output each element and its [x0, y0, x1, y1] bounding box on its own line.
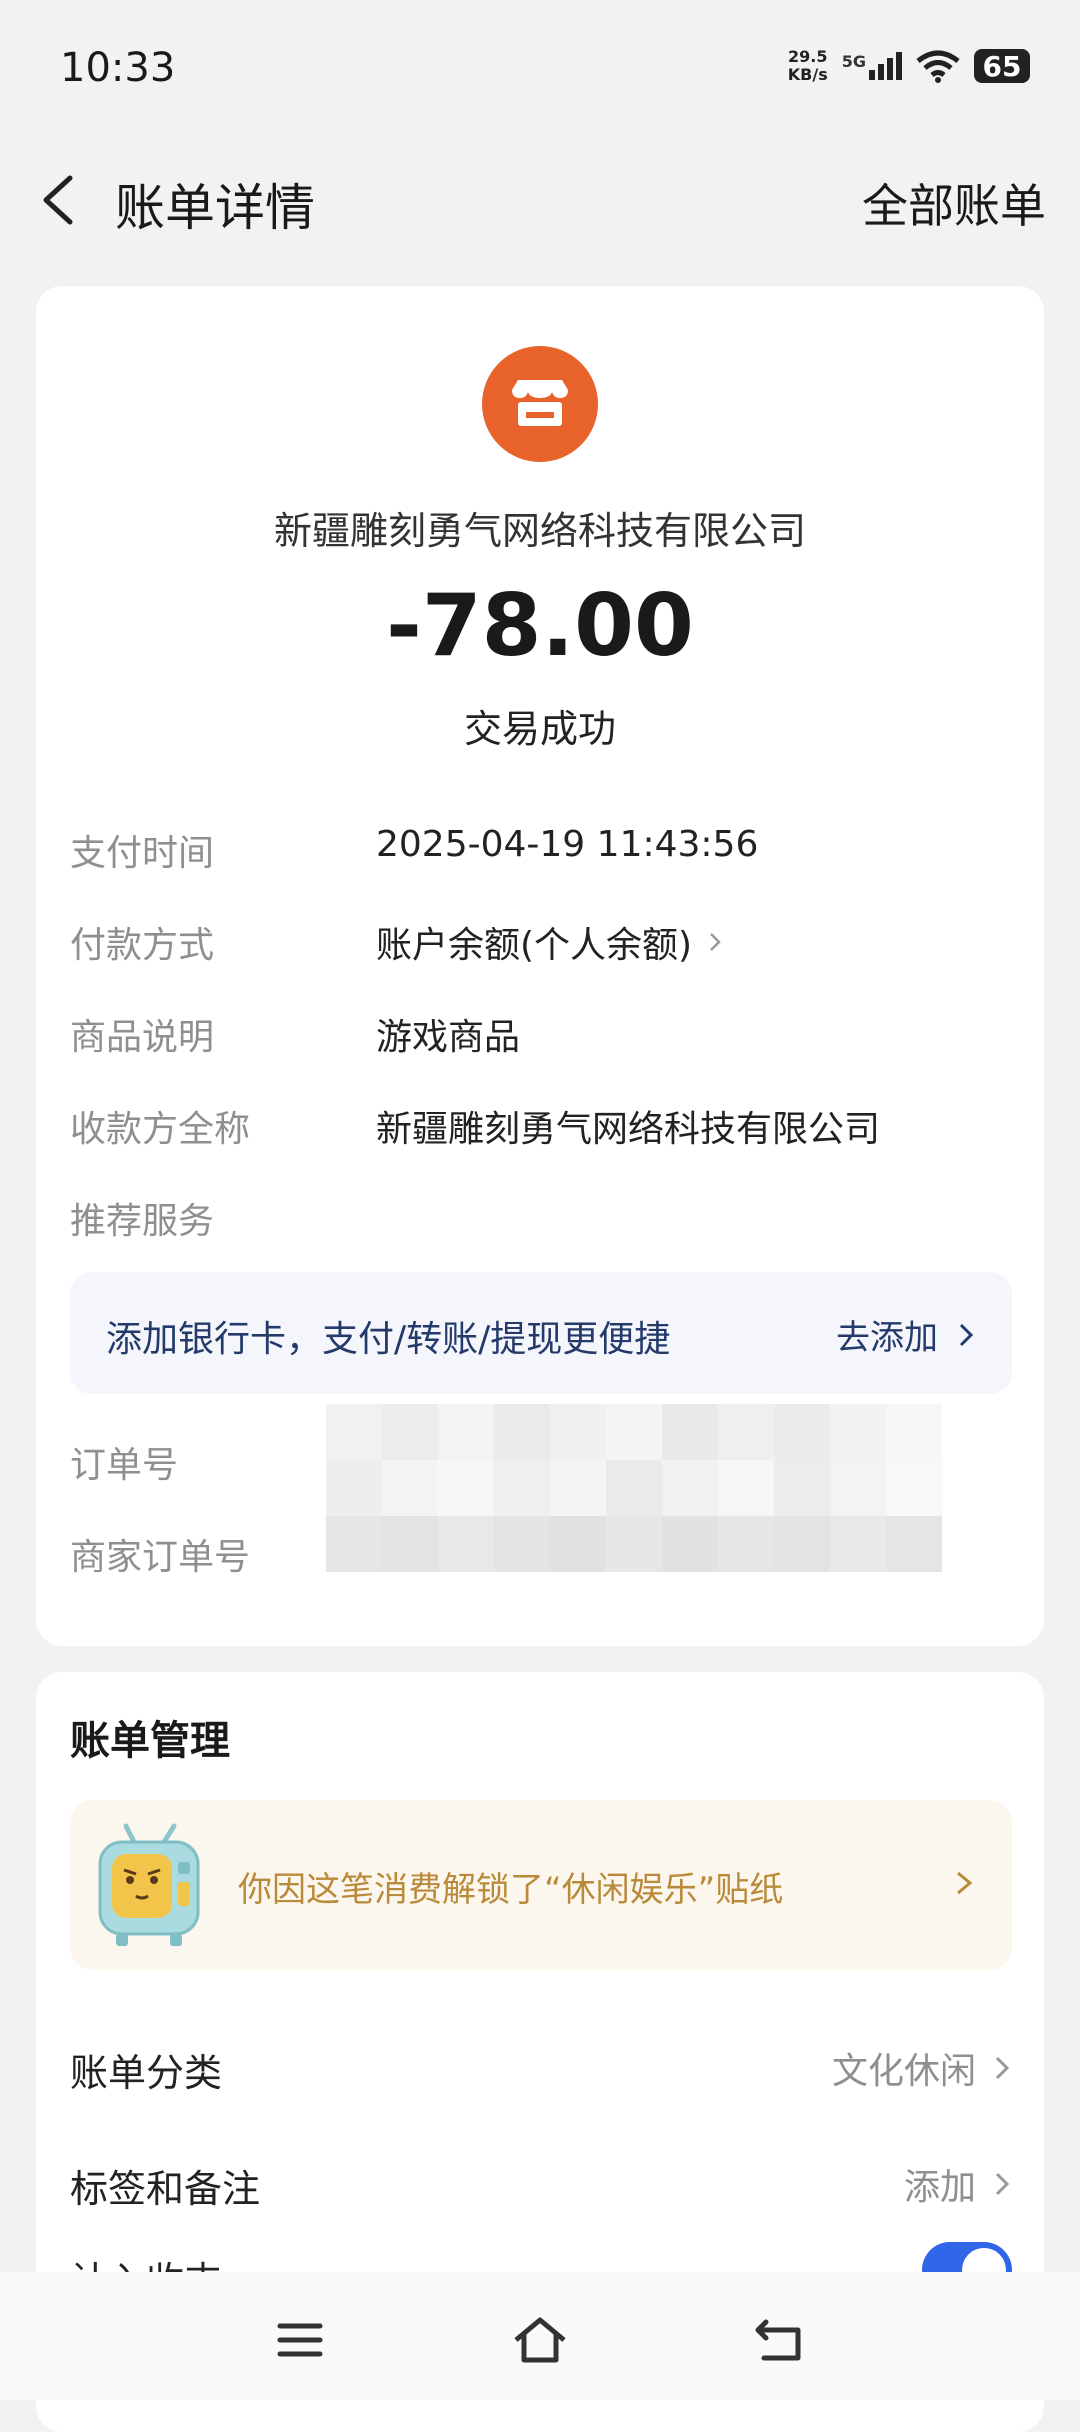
- back-icon[interactable]: [750, 2312, 810, 2368]
- payee-value: 新疆雕刻勇气网络科技有限公司: [376, 1109, 881, 1150]
- status-icons: 29.5 KB/s 5G 65: [788, 48, 1030, 84]
- order-number-label: 订单号: [70, 1445, 179, 1486]
- sticker-unlock-banner[interactable]: 你因这笔消费解锁了“休闲娱乐”贴纸: [70, 1800, 1012, 1970]
- merchant-order-label: 商家订单号: [70, 1537, 251, 1578]
- chevron-right-icon: [957, 1871, 973, 1895]
- pay-time-value: 2025-04-19 11:43:56: [376, 824, 759, 865]
- network-speed: 29.5 KB/s: [787, 47, 828, 84]
- system-nav-bar: [0, 2272, 1080, 2400]
- bill-category-label: 账单分类: [70, 2051, 223, 2095]
- back-arrow-icon[interactable]: [30, 170, 90, 230]
- chevron-right-icon: [995, 2172, 1010, 2196]
- menu-icon[interactable]: [270, 2312, 330, 2368]
- battery-indicator: 65: [974, 49, 1030, 83]
- store-icon: [482, 346, 598, 462]
- transaction-card: 新疆雕刻勇气网络科技有限公司 -78.00 交易成功 支付时间 2025-04-…: [36, 286, 1044, 1646]
- product-label: 商品说明: [70, 1017, 215, 1058]
- tags-notes-label: 标签和备注: [70, 2167, 261, 2211]
- chevron-right-icon: [710, 933, 721, 951]
- header: 账单详情 全部账单: [0, 140, 1080, 260]
- sticker-text: 你因这笔消费解锁了“休闲娱乐”贴纸: [238, 1870, 784, 1910]
- chevron-right-icon: [995, 2056, 1010, 2080]
- signal-icon: 5G: [842, 52, 902, 80]
- promo-text: 添加银行卡，支付/转账/提现更便捷: [106, 1319, 671, 1360]
- bill-category-row[interactable]: 账单分类 文化休闲: [70, 2032, 1012, 2102]
- pay-time-label: 支付时间: [70, 833, 215, 874]
- tags-notes-row[interactable]: 标签和备注 添加: [70, 2148, 1012, 2218]
- payee-label: 收款方全称: [70, 1109, 251, 1150]
- product-value: 游戏商品: [376, 1017, 521, 1058]
- redacted-order-numbers: [326, 1404, 976, 1574]
- home-icon[interactable]: [510, 2312, 570, 2368]
- transaction-status: 交易成功: [463, 707, 616, 751]
- page-title: 账单详情: [115, 179, 315, 237]
- status-time: 10:33: [60, 45, 176, 91]
- payee-row: 收款方全称 新疆雕刻勇气网络科技有限公司: [70, 1100, 1010, 1160]
- chevron-right-icon: [959, 1323, 974, 1346]
- pay-method-row[interactable]: 付款方式 账户余额(个人余额): [70, 916, 1010, 976]
- add-bank-card-banner[interactable]: 添加银行卡，支付/转账/提现更便捷 去添加: [70, 1272, 1012, 1394]
- transaction-amount: -78.00: [386, 576, 694, 676]
- pay-method-value[interactable]: 账户余额(个人余额): [376, 916, 726, 968]
- wifi-icon: [916, 50, 960, 83]
- recommend-row: 推荐服务: [70, 1192, 1010, 1252]
- recommend-label: 推荐服务: [70, 1201, 215, 1242]
- add-card-button[interactable]: 去添加: [836, 1310, 976, 1359]
- pay-time-row: 支付时间 2025-04-19 11:43:56: [70, 824, 1010, 884]
- product-row: 商品说明 游戏商品: [70, 1008, 1010, 1068]
- section-title: 账单管理: [70, 1718, 230, 1764]
- bill-category-value[interactable]: 文化休闲: [832, 2042, 1012, 2094]
- tv-sticker-icon: [98, 1823, 200, 1946]
- tags-notes-value[interactable]: 添加: [904, 2158, 1012, 2210]
- all-bills-link[interactable]: 全部账单: [862, 170, 1046, 236]
- status-bar: 10:33 29.5 KB/s 5G 65: [0, 0, 1080, 140]
- merchant-name: 新疆雕刻勇气网络科技有限公司: [273, 509, 806, 553]
- network-type: 5G: [841, 52, 866, 71]
- pay-method-label: 付款方式: [70, 925, 215, 966]
